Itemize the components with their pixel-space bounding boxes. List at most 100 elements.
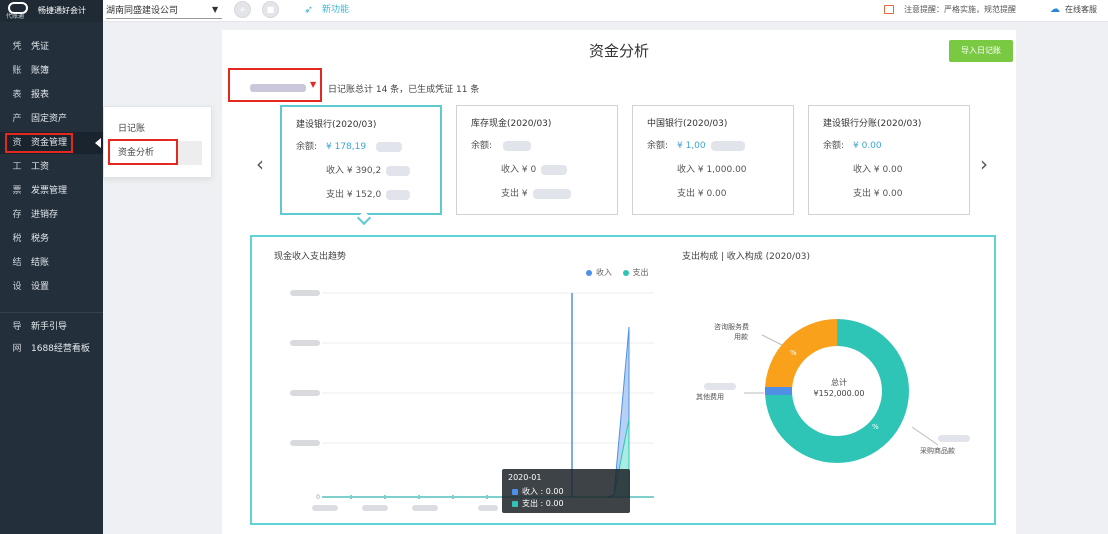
dashboard-icon: 网 xyxy=(12,344,22,354)
income-value: 收入 ¥ 0.00 xyxy=(853,165,903,175)
sidebar-item-salary[interactable]: 工工资 xyxy=(0,156,103,178)
x-tick-label xyxy=(312,505,338,511)
sidebar-item-report[interactable]: 表报表 xyxy=(0,84,103,106)
sidebar-item-label: 税务 xyxy=(31,234,50,244)
tooltip-expense: 支出 : 0.00 xyxy=(512,498,564,510)
company-select[interactable]: 湖南同盛建设公司 xyxy=(106,4,178,18)
composition-title: 支出构成 | 收入构成 (2020/03) xyxy=(682,252,811,262)
flyout-pointer xyxy=(95,138,101,148)
top-bar: 代账通 畅捷通好会计 湖南同盛建设公司 ▼ + ■ ➶ 新功能 注意提醒：严格实… xyxy=(0,0,1108,22)
y-tick-label xyxy=(290,390,320,396)
sidebar-item-label: 1688经营看板 xyxy=(31,344,90,354)
sidebar-item-settings[interactable]: 设设置 xyxy=(0,276,103,298)
rocket-icon: ➶ xyxy=(304,3,314,16)
refresh-button[interactable]: ■ xyxy=(262,1,279,18)
account-select[interactable]: ▼ xyxy=(228,68,322,102)
headset-icon[interactable]: ☁ xyxy=(1050,4,1060,16)
pie-label-other: 其他费用 xyxy=(696,393,724,401)
donut-center-total: ¥152,000.00 xyxy=(813,389,865,398)
ledger-icon: 账 xyxy=(12,66,22,76)
app-window: 代账通 畅捷通好会计 湖南同盛建设公司 ▼ + ■ ➶ 新功能 注意提醒：严格实… xyxy=(0,0,1108,534)
expense-value: 支出 ¥ 0.00 xyxy=(677,189,727,199)
main-panel: 资金分析 导入日记账 ▼ 日记账总计 14 条，已生成凭证 11 条 ‹ › 建… xyxy=(222,30,1016,534)
plus-button[interactable]: + xyxy=(234,1,251,18)
donut-slice-blue xyxy=(764,387,792,395)
data-point xyxy=(384,495,386,499)
notice-text[interactable]: 注意提醒：严格实施，规范提醒 xyxy=(904,4,1016,16)
chevron-left-icon[interactable]: ‹ xyxy=(256,152,264,176)
account-card[interactable]: 中国银行(2020/03) 余额: ¥ 1,00 收入 ¥ 1,000.00 支… xyxy=(632,105,794,215)
sidebar-item-label: 资金管理 xyxy=(31,138,68,148)
caret-down-icon: ▼ xyxy=(310,80,317,89)
sidebar-item-assets[interactable]: 产固定资产 xyxy=(0,108,103,130)
gear-icon: 设 xyxy=(12,282,22,292)
account-card[interactable]: 库存现金(2020/03) 余额: 收入 ¥ 0 支出 ¥ xyxy=(456,105,618,215)
account-card[interactable]: 建设银行(2020/03) 余额: ¥ 178,19 收入 ¥ 390,2 支出… xyxy=(280,105,442,215)
blurred-value xyxy=(250,84,306,92)
report-icon: 表 xyxy=(12,90,22,100)
orange-percent-label: % xyxy=(790,349,797,357)
submenu-item-journal[interactable]: 日记账 xyxy=(118,123,145,135)
blurred-value xyxy=(533,189,571,199)
sidebar-item-funds[interactable]: 资 资金管理 xyxy=(0,132,103,154)
income-value: 收入 ¥ 1,000.00 xyxy=(677,165,747,175)
sidebar-item-label: 设置 xyxy=(31,282,50,292)
sidebar-divider xyxy=(0,312,103,313)
account-title: 中国银行(2020/03) xyxy=(647,119,728,129)
tooltip-income-value: 收入 : 0.00 xyxy=(522,487,564,496)
sidebar-item-label: 工资 xyxy=(31,162,50,172)
sidebar-item-1688[interactable]: 网 1688经营看板 xyxy=(0,338,103,360)
balance-label: 余额: xyxy=(823,141,845,151)
sidebar-item-inventory[interactable]: 存进销存 xyxy=(0,204,103,226)
sidebar-item-label: 固定资产 xyxy=(31,114,68,124)
sidebar-item-guide[interactable]: 导新手引导 xyxy=(0,316,103,338)
caret-down-icon[interactable]: ▼ xyxy=(212,5,218,14)
account-card[interactable]: 建设银行分账(2020/03) 余额: ¥ 0.00 收入 ¥ 0.00 支出 … xyxy=(808,105,970,215)
tooltip-title: 2020-01 xyxy=(508,473,542,482)
data-point xyxy=(418,495,420,499)
y-tick-label xyxy=(290,290,320,296)
sidebar-item-tax[interactable]: 税税务 xyxy=(0,228,103,250)
inventory-icon: 存 xyxy=(12,210,22,220)
plus-icon: + xyxy=(239,5,246,14)
data-point xyxy=(486,495,488,499)
sidebar-item-label: 进销存 xyxy=(31,210,59,220)
funds-submenu: 日记账 资金分析 xyxy=(103,106,212,178)
logo-mark-text: 代账通 xyxy=(6,13,25,20)
submenu-item-analysis[interactable]: 资金分析 xyxy=(118,147,154,159)
blurred-value xyxy=(704,383,736,390)
sidebar-item-voucher[interactable]: 凭凭证 xyxy=(0,36,103,58)
donut-center-label: 总计 xyxy=(831,378,847,387)
blurred-value xyxy=(376,142,402,152)
logo[interactable]: 代账通 畅捷通好会计 xyxy=(0,0,103,22)
pie-label-orange-sub: 用款 xyxy=(734,333,748,341)
sidebar-item-label: 报表 xyxy=(31,90,50,100)
notice-icon[interactable] xyxy=(884,4,898,16)
balance-label: 余额: xyxy=(471,141,493,151)
blurred-value xyxy=(386,166,410,176)
chevron-right-icon[interactable]: › xyxy=(980,152,988,176)
import-journal-button[interactable]: 导入日记账 xyxy=(949,40,1013,62)
label-leader xyxy=(761,334,783,346)
y-tick-label xyxy=(290,440,320,446)
sidebar-item-label: 新手引导 xyxy=(31,322,68,332)
teal-percent-label: % xyxy=(872,423,879,431)
guide-icon: 导 xyxy=(12,322,22,332)
data-point xyxy=(350,495,352,499)
refresh-icon: ■ xyxy=(266,5,275,14)
x-tick-label xyxy=(478,505,498,511)
tax-icon: 税 xyxy=(12,234,22,244)
expense-value: 支出 ¥ 152,0 xyxy=(326,190,382,200)
income-value: 收入 ¥ 390,2 xyxy=(326,166,382,176)
tooltip-income: 收入 : 0.00 xyxy=(512,486,564,498)
sidebar: 凭凭证 账账簿 表报表 产固定资产 资 资金管理 工工资 票发票管理 存进销存 … xyxy=(0,22,103,534)
sidebar-item-label: 结账 xyxy=(31,258,50,268)
blurred-value xyxy=(711,141,745,151)
sidebar-item-ledger[interactable]: 账账簿 xyxy=(0,60,103,82)
sidebar-item-invoice[interactable]: 票发票管理 xyxy=(0,180,103,202)
account-title: 建设银行(2020/03) xyxy=(296,120,377,130)
salary-icon: 工 xyxy=(12,162,22,172)
online-service-link[interactable]: 在线客服 xyxy=(1065,4,1097,16)
sidebar-item-closing[interactable]: 结结账 xyxy=(0,252,103,274)
expense-value: 支出 ¥ 0.00 xyxy=(853,189,903,199)
